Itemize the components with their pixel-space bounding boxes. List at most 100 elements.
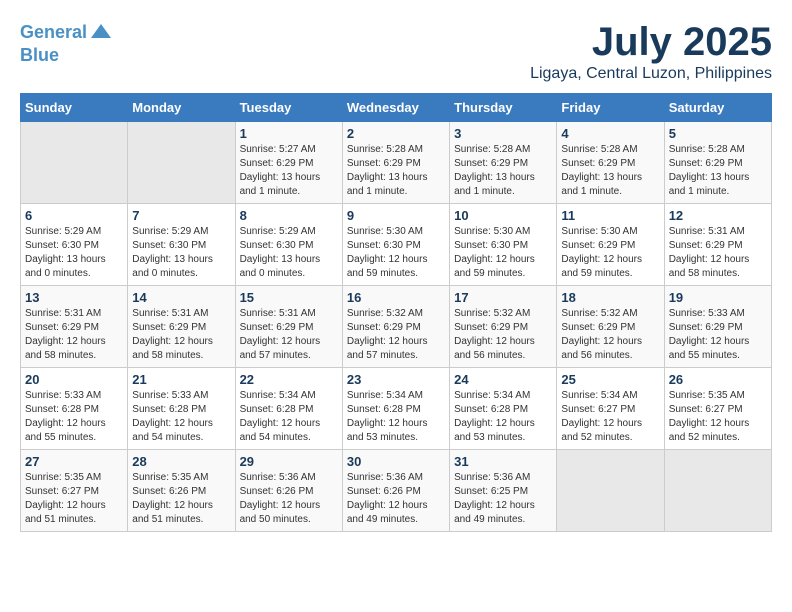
day-number: 24: [454, 372, 552, 387]
day-info: Sunrise: 5:32 AMSunset: 6:29 PMDaylight:…: [561, 307, 659, 363]
calendar-cell: 10 Sunrise: 5:30 AMSunset: 6:30 PMDayligh…: [450, 204, 557, 286]
calendar-week-1: 1 Sunrise: 5:27 AMSunset: 6:29 PMDaylight…: [21, 122, 772, 204]
day-number: 22: [240, 372, 338, 387]
day-number: 9: [347, 208, 445, 223]
day-info: Sunrise: 5:33 AMSunset: 6:28 PMDaylight:…: [132, 389, 230, 445]
day-number: 21: [132, 372, 230, 387]
day-header-sunday: Sunday: [21, 94, 128, 122]
day-header-tuesday: Tuesday: [235, 94, 342, 122]
day-number: 7: [132, 208, 230, 223]
day-info: Sunrise: 5:33 AMSunset: 6:29 PMDaylight:…: [669, 307, 767, 363]
calendar-cell: 22Sunrise: 5:34 AMSunset: 6:28 PMDayligh…: [235, 368, 342, 450]
day-number: 5: [669, 126, 767, 141]
calendar-cell: [128, 122, 235, 204]
calendar-cell: 11 Sunrise: 5:30 AMSunset: 6:29 PMDayligh…: [557, 204, 664, 286]
day-info: Sunrise: 5:31 AMSunset: 6:29 PMDaylight:…: [132, 307, 230, 363]
day-info: Sunrise: 5:29 AMSunset: 6:30 PMDaylight:…: [240, 225, 338, 281]
day-number: 18: [561, 290, 659, 305]
day-info: Sunrise: 5:30 AMSunset: 6:29 PMDaylight:…: [561, 225, 659, 281]
day-info: Sunrise: 5:28 AMSunset: 6:29 PMDaylight:…: [561, 143, 659, 199]
calendar-week-5: 27 Sunrise: 5:35 AMSunset: 6:27 PMDayligh…: [21, 450, 772, 532]
calendar-cell: 18 Sunrise: 5:32 AMSunset: 6:29 PMDayligh…: [557, 286, 664, 368]
day-info: Sunrise: 5:34 AMSunset: 6:28 PMDaylight:…: [347, 389, 445, 445]
calendar-cell: 31 Sunrise: 5:36 AMSunset: 6:25 PMDayligh…: [450, 450, 557, 532]
calendar-cell: 24 Sunrise: 5:34 AMSunset: 6:28 PMDayligh…: [450, 368, 557, 450]
page-header: General Blue July 2025 Ligaya, Central L…: [20, 20, 772, 83]
calendar-cell: 28Sunrise: 5:35 AMSunset: 6:26 PMDayligh…: [128, 450, 235, 532]
day-info: Sunrise: 5:31 AMSunset: 6:29 PMDaylight:…: [669, 225, 767, 281]
calendar-cell: 8 Sunrise: 5:29 AMSunset: 6:30 PMDaylight…: [235, 204, 342, 286]
day-info: Sunrise: 5:29 AMSunset: 6:30 PMDaylight:…: [25, 225, 123, 281]
day-info: Sunrise: 5:28 AMSunset: 6:29 PMDaylight:…: [669, 143, 767, 199]
day-info: Sunrise: 5:36 AMSunset: 6:26 PMDaylight:…: [347, 471, 445, 527]
day-number: 8: [240, 208, 338, 223]
day-number: 19: [669, 290, 767, 305]
calendar-week-4: 20Sunrise: 5:33 AMSunset: 6:28 PMDayligh…: [21, 368, 772, 450]
day-info: Sunrise: 5:30 AMSunset: 6:30 PMDaylight:…: [454, 225, 552, 281]
day-info: Sunrise: 5:31 AMSunset: 6:29 PMDaylight:…: [240, 307, 338, 363]
calendar-body: 1 Sunrise: 5:27 AMSunset: 6:29 PMDaylight…: [21, 122, 772, 532]
day-number: 23: [347, 372, 445, 387]
day-info: Sunrise: 5:35 AMSunset: 6:27 PMDaylight:…: [669, 389, 767, 445]
day-info: Sunrise: 5:35 AMSunset: 6:26 PMDaylight:…: [132, 471, 230, 527]
day-header-thursday: Thursday: [450, 94, 557, 122]
day-number: 30: [347, 454, 445, 469]
day-number: 6: [25, 208, 123, 223]
day-number: 10: [454, 208, 552, 223]
day-info: Sunrise: 5:36 AMSunset: 6:26 PMDaylight:…: [240, 471, 338, 527]
day-number: 26: [669, 372, 767, 387]
day-number: 16: [347, 290, 445, 305]
day-info: Sunrise: 5:33 AMSunset: 6:28 PMDaylight:…: [25, 389, 123, 445]
logo: General Blue: [20, 20, 113, 66]
day-info: Sunrise: 5:28 AMSunset: 6:29 PMDaylight:…: [454, 143, 552, 199]
calendar-cell: [21, 122, 128, 204]
day-info: Sunrise: 5:27 AMSunset: 6:29 PMDaylight:…: [240, 143, 338, 199]
calendar-table: SundayMondayTuesdayWednesdayThursdayFrid…: [20, 93, 772, 532]
day-info: Sunrise: 5:29 AMSunset: 6:30 PMDaylight:…: [132, 225, 230, 281]
title-block: July 2025 Ligaya, Central Luzon, Philipp…: [530, 20, 772, 83]
calendar-cell: 23 Sunrise: 5:34 AMSunset: 6:28 PMDayligh…: [342, 368, 449, 450]
calendar-cell: 12 Sunrise: 5:31 AMSunset: 6:29 PMDayligh…: [664, 204, 771, 286]
day-info: Sunrise: 5:32 AMSunset: 6:29 PMDaylight:…: [347, 307, 445, 363]
day-info: Sunrise: 5:31 AMSunset: 6:29 PMDaylight:…: [25, 307, 123, 363]
day-number: 27: [25, 454, 123, 469]
calendar-cell: 20Sunrise: 5:33 AMSunset: 6:28 PMDayligh…: [21, 368, 128, 450]
day-header-wednesday: Wednesday: [342, 94, 449, 122]
calendar-cell: 3 Sunrise: 5:28 AMSunset: 6:29 PMDaylight…: [450, 122, 557, 204]
day-info: Sunrise: 5:28 AMSunset: 6:29 PMDaylight:…: [347, 143, 445, 199]
calendar-cell: 4Sunrise: 5:28 AMSunset: 6:29 PMDaylight…: [557, 122, 664, 204]
day-number: 31: [454, 454, 552, 469]
calendar-header-row: SundayMondayTuesdayWednesdayThursdayFrid…: [21, 94, 772, 122]
main-title: July 2025: [530, 20, 772, 65]
calendar-cell: 29 Sunrise: 5:36 AMSunset: 6:26 PMDayligh…: [235, 450, 342, 532]
subtitle: Ligaya, Central Luzon, Philippines: [530, 65, 772, 83]
day-info: Sunrise: 5:35 AMSunset: 6:27 PMDaylight:…: [25, 471, 123, 527]
day-number: 29: [240, 454, 338, 469]
day-info: Sunrise: 5:34 AMSunset: 6:28 PMDaylight:…: [454, 389, 552, 445]
day-info: Sunrise: 5:34 AMSunset: 6:27 PMDaylight:…: [561, 389, 659, 445]
calendar-cell: 26 Sunrise: 5:35 AMSunset: 6:27 PMDayligh…: [664, 368, 771, 450]
day-info: Sunrise: 5:36 AMSunset: 6:25 PMDaylight:…: [454, 471, 552, 527]
calendar-cell: 13 Sunrise: 5:31 AMSunset: 6:29 PMDayligh…: [21, 286, 128, 368]
day-number: 3: [454, 126, 552, 141]
calendar-week-2: 6 Sunrise: 5:29 AMSunset: 6:30 PMDaylight…: [21, 204, 772, 286]
calendar-cell: 9Sunrise: 5:30 AMSunset: 6:30 PMDaylight…: [342, 204, 449, 286]
day-number: 1: [240, 126, 338, 141]
calendar-cell: 6 Sunrise: 5:29 AMSunset: 6:30 PMDaylight…: [21, 204, 128, 286]
calendar-cell: 5 Sunrise: 5:28 AMSunset: 6:29 PMDaylight…: [664, 122, 771, 204]
day-number: 17: [454, 290, 552, 305]
day-header-monday: Monday: [128, 94, 235, 122]
calendar-cell: [557, 450, 664, 532]
calendar-cell: 25Sunrise: 5:34 AMSunset: 6:27 PMDayligh…: [557, 368, 664, 450]
calendar-cell: 7 Sunrise: 5:29 AMSunset: 6:30 PMDaylight…: [128, 204, 235, 286]
calendar-cell: 14Sunrise: 5:31 AMSunset: 6:29 PMDayligh…: [128, 286, 235, 368]
day-number: 12: [669, 208, 767, 223]
day-header-saturday: Saturday: [664, 94, 771, 122]
logo-text: General Blue: [20, 20, 113, 66]
calendar-cell: [664, 450, 771, 532]
day-number: 11: [561, 208, 659, 223]
day-number: 13: [25, 290, 123, 305]
calendar-cell: 27 Sunrise: 5:35 AMSunset: 6:27 PMDayligh…: [21, 450, 128, 532]
day-header-friday: Friday: [557, 94, 664, 122]
calendar-cell: 21 Sunrise: 5:33 AMSunset: 6:28 PMDayligh…: [128, 368, 235, 450]
